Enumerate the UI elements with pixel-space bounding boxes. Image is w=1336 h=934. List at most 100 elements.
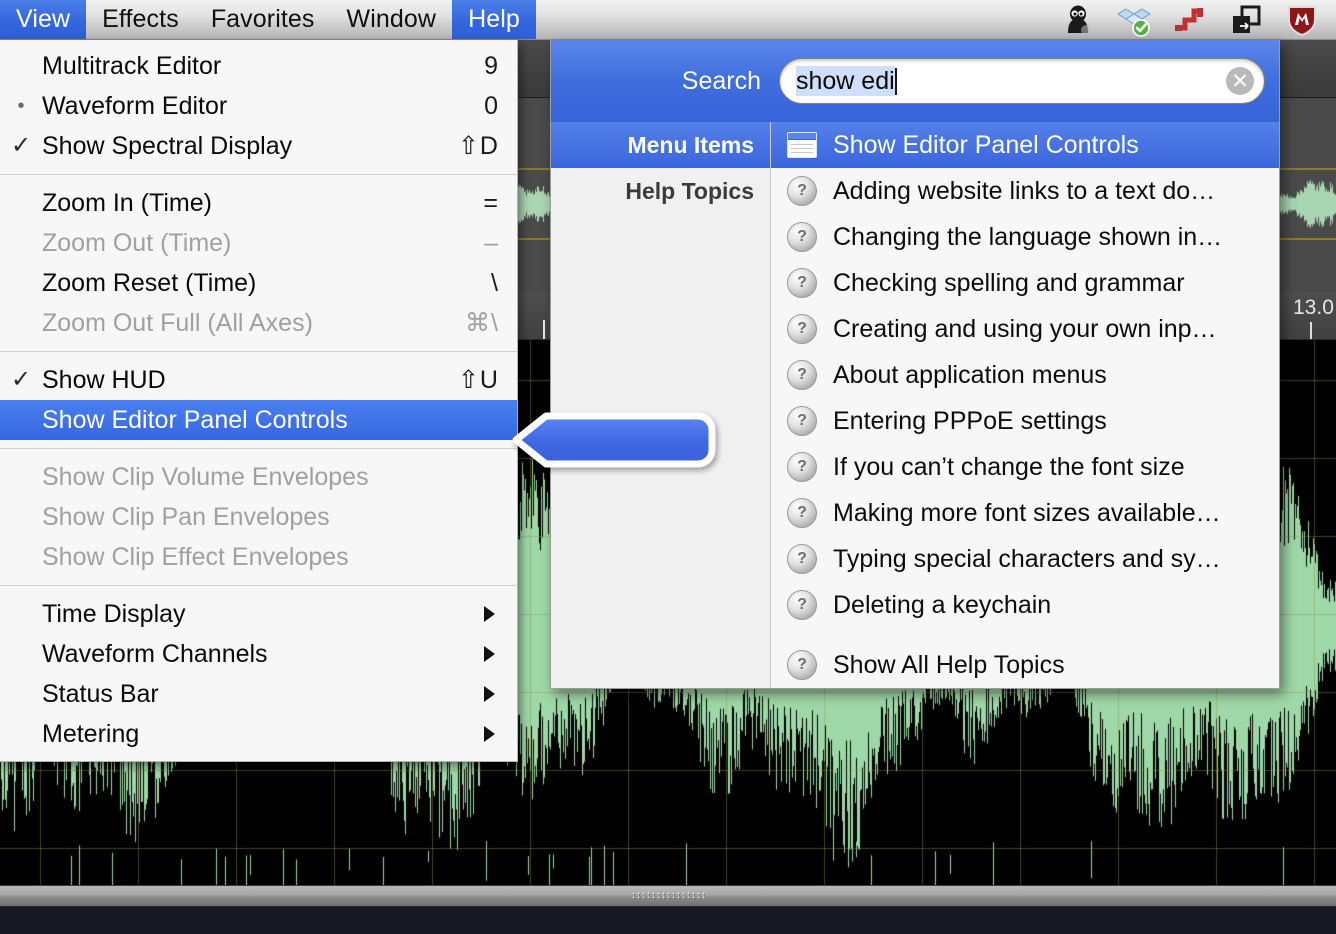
search-input[interactable]: show edi ✕ (779, 58, 1265, 104)
menubar-spacer (536, 0, 1050, 39)
menu-item-label: Show Spectral Display (42, 131, 293, 160)
help-topic-row[interactable]: ? If you can’t change the font size (771, 444, 1279, 490)
menu-item-shortcut: ⇧D (457, 132, 499, 160)
help-topic-row[interactable]: ? Entering PPPoE settings (771, 398, 1279, 444)
submenu-arrow-icon (484, 686, 495, 702)
menu-item-multitrack-editor[interactable]: Multitrack Editor 9 (0, 46, 517, 86)
menu-item-label: Zoom Reset (Time) (42, 268, 257, 297)
ruler-tick-label: 13.0 (1293, 296, 1334, 319)
menu-item-waveform-channels[interactable]: Waveform Channels (0, 634, 517, 674)
submenu-arrow-icon (484, 646, 495, 662)
menu-item-shortcut: ⇧U (457, 366, 499, 394)
help-topic-row[interactable]: ? Deleting a keychain (771, 582, 1279, 628)
menu-item-show-clip-effect-envelopes: Show Clip Effect Envelopes (0, 537, 517, 577)
ruler-tick-mark (1310, 322, 1312, 339)
menubar-item-window[interactable]: Window (331, 0, 453, 39)
menu-item-shortcut: – (484, 228, 499, 257)
menubar-item-effects[interactable]: Effects (86, 0, 195, 39)
menu-item-show-hud[interactable]: ✓ Show HUD ⇧U (0, 360, 517, 400)
help-category-column: Menu Items Help Topics (551, 122, 771, 688)
help-category-label: Help Topics (625, 177, 754, 204)
help-topic-row[interactable]: ? Changing the language shown in… (771, 214, 1279, 260)
menu-item-show-spectral-display[interactable]: ✓ Show Spectral Display ⇧D (0, 126, 517, 166)
clear-search-icon[interactable]: ✕ (1226, 67, 1254, 95)
menu-item-zoom-reset-time[interactable]: Zoom Reset (Time) \ (0, 263, 517, 303)
menu-item-shortcut: = (483, 188, 499, 217)
help-topic-icon: ? (787, 498, 817, 528)
menu-item-time-display[interactable]: Time Display (0, 594, 517, 634)
help-topic-row[interactable]: ? About application menus (771, 352, 1279, 398)
menu-item-label: Show Clip Effect Envelopes (42, 542, 349, 571)
menu-window-icon (787, 132, 817, 158)
menu-item-shortcut: 9 (484, 51, 499, 80)
help-topic-row[interactable]: ? Creating and using your own inp… (771, 306, 1279, 352)
help-category-menu-items[interactable]: Menu Items (551, 122, 770, 168)
menu-item-label: Zoom Out (Time) (42, 228, 232, 257)
menu-item-label: Zoom Out Full (All Axes) (42, 308, 313, 337)
help-topic-icon: ? (787, 314, 817, 344)
menu-item-label: Time Display (42, 599, 186, 628)
menu-item-label: Status Bar (42, 679, 159, 708)
menubar-item-favorites[interactable]: Favorites (195, 0, 331, 39)
jump-desktop-icon[interactable] (1162, 0, 1218, 40)
help-topic-row[interactable]: ? Typing special characters and sy… (771, 536, 1279, 582)
menu-item-metering[interactable]: Metering (0, 714, 517, 754)
menu-separator (0, 448, 517, 449)
menu-item-label: Waveform Editor (42, 91, 228, 120)
help-topic-icon: ? (787, 650, 817, 680)
help-pointer-arrow-icon (510, 410, 718, 470)
view-dropdown-menu[interactable]: Multitrack Editor 9 • Waveform Editor 0 … (0, 40, 518, 762)
menubar-status-area (1050, 0, 1336, 39)
little-snitch-icon[interactable] (1050, 0, 1106, 40)
menubar-item-view[interactable]: View (0, 0, 87, 39)
help-topic-icon: ? (787, 268, 817, 298)
help-show-all-label: Show All Help Topics (833, 650, 1065, 679)
help-category-help-topics[interactable]: Help Topics (551, 168, 770, 214)
help-topic-icon: ? (787, 406, 817, 436)
help-category-label: Menu Items (627, 131, 754, 158)
splitter-grip-icon (631, 891, 705, 901)
mcafee-shield-icon[interactable] (1274, 0, 1330, 40)
help-topic-icon: ? (787, 452, 817, 482)
bullet-icon: • (17, 95, 25, 117)
help-results-spacer (771, 628, 1279, 642)
menu-item-zoom-out-time: Zoom Out (Time) – (0, 223, 517, 263)
help-topic-row[interactable]: ? Making more font sizes available… (771, 490, 1279, 536)
window-switcher-icon[interactable] (1218, 0, 1274, 40)
menu-item-label: Show HUD (42, 365, 166, 394)
macos-menubar: View Effects Favorites Window Help (0, 0, 1336, 40)
help-topic-icon: ? (787, 360, 817, 390)
menu-item-label: Show Clip Pan Envelopes (42, 502, 330, 531)
menu-item-status-bar[interactable]: Status Bar (0, 674, 517, 714)
menu-item-waveform-editor[interactable]: • Waveform Editor 0 (0, 86, 517, 126)
help-topic-label: If you can’t change the font size (833, 452, 1185, 481)
menubar-label-help: Help (468, 5, 520, 33)
menu-item-label: Show Editor Panel Controls (42, 405, 348, 434)
menu-item-show-clip-volume-envelopes: Show Clip Volume Envelopes (0, 457, 517, 497)
help-result-show-editor-panel-controls[interactable]: Show Editor Panel Controls (771, 122, 1279, 168)
help-topic-label: Typing special characters and sy… (833, 544, 1221, 573)
help-topic-row[interactable]: ? Adding website links to a text do… (771, 168, 1279, 214)
help-topic-label: Deleting a keychain (833, 590, 1052, 619)
menu-item-label: Zoom In (Time) (42, 188, 212, 217)
help-topic-label: Changing the language shown in… (833, 222, 1223, 251)
menu-item-show-editor-panel-controls[interactable]: Show Editor Panel Controls (0, 400, 517, 440)
panel-splitter[interactable] (0, 885, 1336, 907)
menu-item-label: Metering (42, 719, 140, 748)
help-results-column: Show Editor Panel Controls ? Adding webs… (771, 122, 1279, 688)
search-label: Search (681, 66, 761, 95)
help-show-all-topics-row[interactable]: ? Show All Help Topics (771, 642, 1279, 688)
menu-item-shortcut: \ (491, 268, 499, 297)
app-bottom-panel (0, 907, 1336, 934)
menubar-label-window: Window (346, 5, 437, 33)
menu-separator (0, 351, 517, 352)
menu-item-label: Multitrack Editor (42, 51, 222, 80)
menu-item-label: Show Clip Volume Envelopes (42, 462, 369, 491)
help-topic-row[interactable]: ? Checking spelling and grammar (771, 260, 1279, 306)
menu-item-zoom-in-time[interactable]: Zoom In (Time) = (0, 183, 517, 223)
help-search-panel[interactable]: Search show edi ✕ Menu Items Help Topics… (550, 40, 1280, 689)
dropbox-icon[interactable] (1106, 0, 1162, 40)
menu-separator (0, 174, 517, 175)
text-caret (894, 67, 897, 95)
menubar-item-help[interactable]: Help (452, 0, 536, 39)
